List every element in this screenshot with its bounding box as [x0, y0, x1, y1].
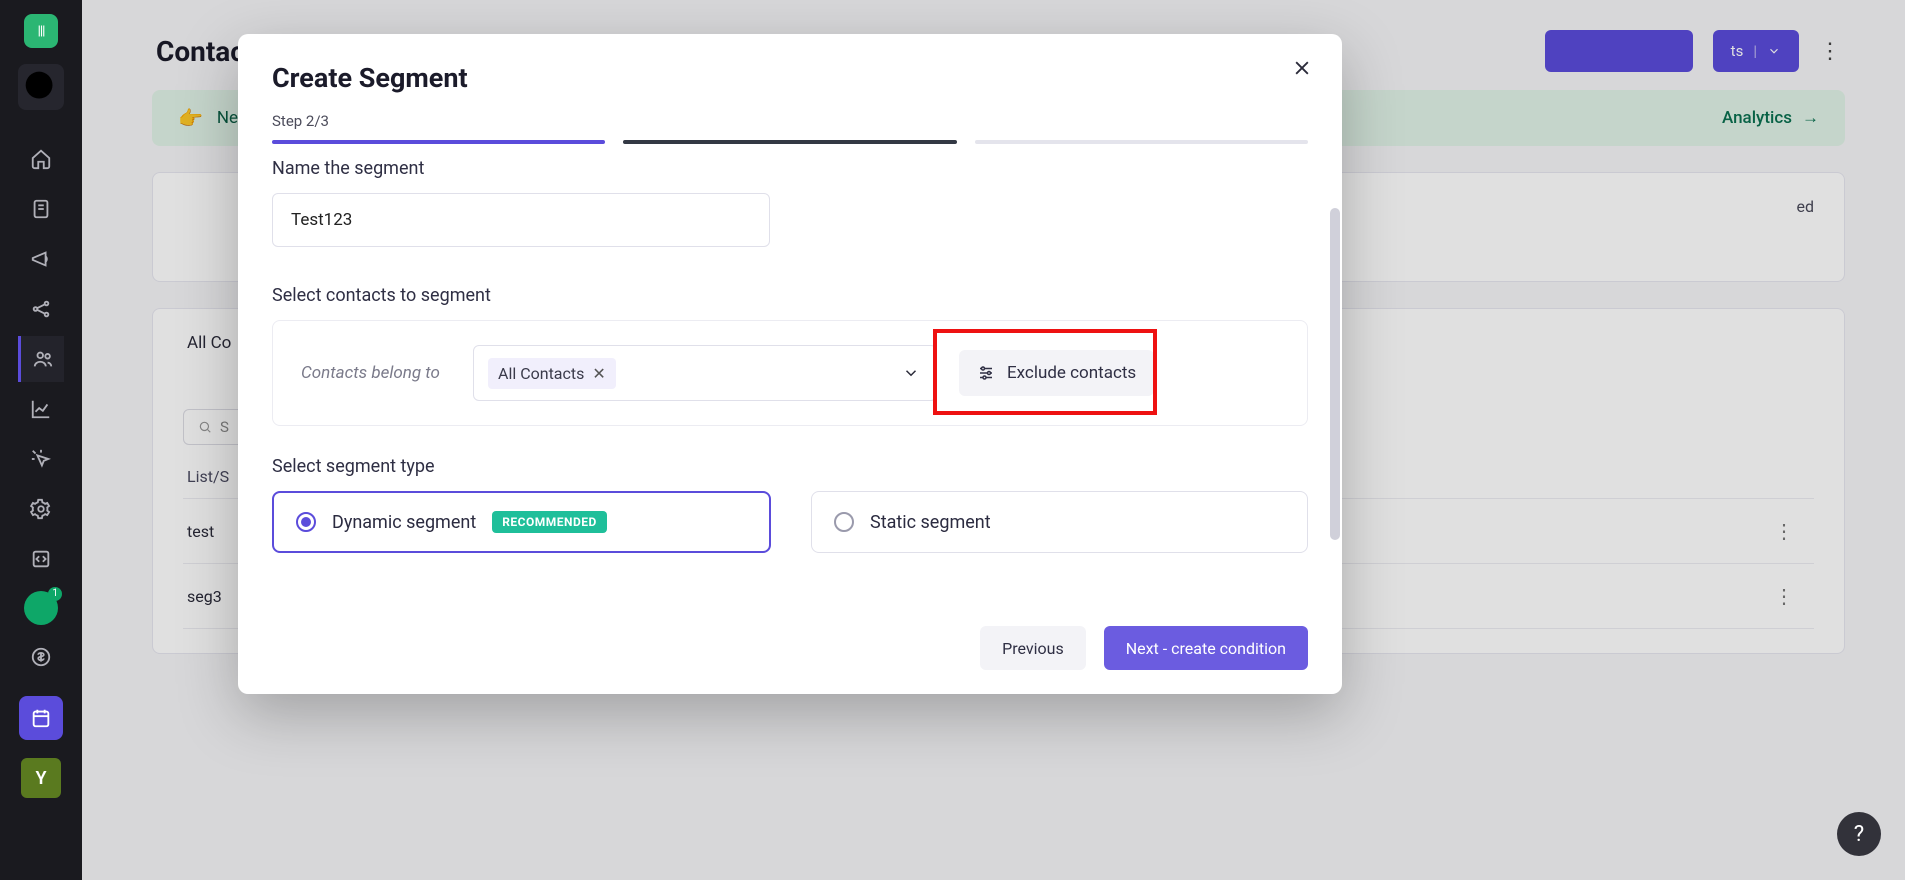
calendar-icon [30, 707, 52, 729]
dollar-circle-icon [30, 646, 52, 668]
chip-remove-button[interactable]: ✕ [592, 364, 605, 383]
search-icon [18, 64, 64, 110]
sidebar-search-button[interactable] [18, 64, 64, 110]
modal-step-label: Step 2/3 [238, 102, 1342, 140]
modal-title: Create Segment [272, 62, 1308, 94]
sidebar-contacts[interactable] [18, 336, 64, 382]
modal-close-button[interactable] [1292, 58, 1312, 84]
sidebar-settings[interactable] [18, 486, 64, 532]
avatar: 1 [24, 591, 58, 625]
sidebar-billing[interactable] [18, 634, 64, 680]
dynamic-radio[interactable] [296, 512, 316, 532]
sidebar-analytics[interactable] [18, 386, 64, 432]
dynamic-segment-card[interactable]: Dynamic segment RECOMMENDED [272, 491, 771, 553]
sidebar-embed[interactable] [18, 536, 64, 582]
app-logo[interactable]: ||| [24, 14, 58, 48]
users-icon [32, 348, 54, 370]
segment-name-input[interactable] [272, 193, 770, 247]
sidebar-automations[interactable] [18, 286, 64, 332]
modal-footer: Previous Next - create condition [238, 608, 1342, 694]
sidebar-click[interactable] [18, 436, 64, 482]
recommended-badge: RECOMMENDED [492, 511, 607, 533]
scrollbar[interactable] [1330, 208, 1340, 540]
sidebar-calendar[interactable] [19, 696, 63, 740]
contacts-belong-box: Contacts belong to All Contacts ✕ Exclud… [272, 320, 1308, 426]
help-fab[interactable]: ? [1837, 812, 1881, 856]
megaphone-icon [30, 248, 52, 270]
previous-button[interactable]: Previous [980, 626, 1086, 670]
avatar-badge: 1 [48, 587, 62, 601]
exclude-label: Exclude contacts [1007, 363, 1136, 383]
next-button[interactable]: Next - create condition [1104, 626, 1308, 670]
cursor-click-icon [30, 448, 52, 470]
sidebar-avatar-wrap[interactable]: 1 [18, 584, 64, 630]
sidebar-forms[interactable] [18, 186, 64, 232]
chart-line-icon [30, 398, 52, 420]
dynamic-label: Dynamic segment [332, 512, 476, 533]
type-section-label: Select segment type [272, 456, 1308, 477]
create-segment-modal: Create Segment Step 2/3 Name the segment… [238, 34, 1342, 694]
segment-type-options: Dynamic segment RECOMMENDED Static segme… [272, 491, 1308, 553]
static-radio[interactable] [834, 512, 854, 532]
sidebar-campaigns[interactable] [18, 236, 64, 282]
home-icon [30, 148, 52, 170]
chip-label: All Contacts [498, 364, 584, 383]
static-segment-card[interactable]: Static segment [811, 491, 1308, 553]
workspace-switcher[interactable]: Y [21, 758, 61, 798]
contacts-multiselect[interactable]: All Contacts ✕ [473, 345, 937, 401]
modal-header: Create Segment [238, 34, 1342, 102]
belong-label: Contacts belong to [301, 363, 451, 383]
sidebar-home[interactable] [18, 136, 64, 182]
static-label: Static segment [870, 512, 991, 533]
chevron-down-icon [902, 364, 920, 382]
modal-body: Name the segment Select contacts to segm… [238, 144, 1342, 608]
close-icon [1292, 58, 1312, 78]
sliders-icon [977, 364, 995, 382]
app-logo-text: ||| [38, 24, 45, 39]
gear-icon [30, 498, 52, 520]
clipboard-icon [30, 198, 52, 220]
exclude-contacts-button[interactable]: Exclude contacts [959, 350, 1154, 396]
app-sidebar: ||| 1 Y [0, 0, 82, 880]
name-section-label: Name the segment [272, 158, 1308, 179]
contacts-chip: All Contacts ✕ [488, 358, 616, 389]
code-block-icon [30, 548, 52, 570]
share-nodes-icon [30, 298, 52, 320]
contacts-section-label: Select contacts to segment [272, 285, 1308, 306]
